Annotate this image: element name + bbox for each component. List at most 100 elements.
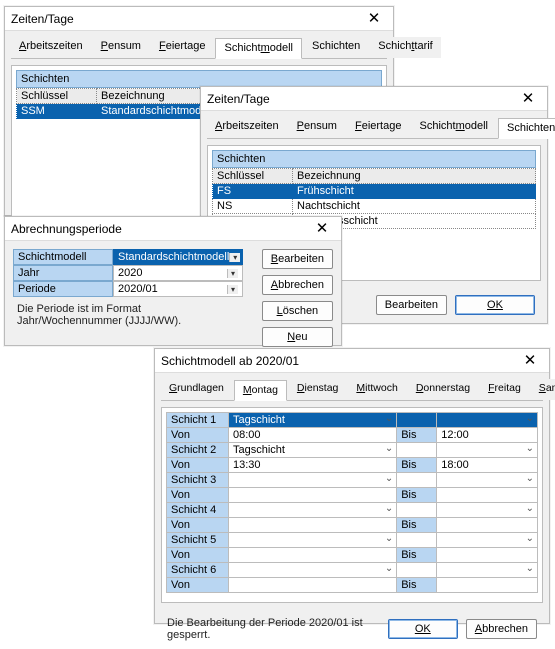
ok-button[interactable]: OK xyxy=(388,619,458,639)
delete-button[interactable]: Löschen xyxy=(262,301,333,321)
dialog-schichtmodell: Schichtmodell ab 2020/01 ✕ GrundlagenMon… xyxy=(154,348,550,624)
tab-grundlagen[interactable]: Grundlagen xyxy=(161,379,232,400)
shift-row: Schicht 2Tagschicht xyxy=(167,443,538,458)
dialog-title: Zeiten/Tage xyxy=(207,92,270,106)
shift-grid: Schicht 1TagschichtVon08:00Bis12:00Schic… xyxy=(166,412,538,593)
bis-label: Bis xyxy=(397,518,437,533)
from-field[interactable] xyxy=(229,578,397,593)
shift-name-dropdown[interactable]: Tagschicht xyxy=(229,413,397,428)
edit-button[interactable]: Bearbeiten xyxy=(262,249,333,269)
kv-row-period: Periode 2020/01▾ xyxy=(13,281,243,297)
shift-name-dropdown[interactable] xyxy=(229,533,397,548)
to-field[interactable] xyxy=(437,518,538,533)
shift-label: Schicht 4 xyxy=(167,503,229,518)
spacer xyxy=(437,563,538,578)
dialog-title: Abrechnungsperiode xyxy=(11,222,122,236)
tab-schichten[interactable]: Schichten xyxy=(498,118,555,139)
kv-table: Schichtmodell Standardschichtmodell▾ Jah… xyxy=(13,249,243,297)
tab-schichtmodell[interactable]: Schichtmodell xyxy=(411,117,496,138)
to-field[interactable]: 12:00 xyxy=(437,428,538,443)
tab-freitag[interactable]: Freitag xyxy=(480,379,529,400)
tab-schichten[interactable]: Schichten xyxy=(304,37,368,58)
shift-row: Schicht 6 xyxy=(167,563,538,578)
shift-label: Schicht 1 xyxy=(167,413,229,428)
from-field[interactable]: 08:00 xyxy=(229,428,397,443)
col-key: Schlüssel xyxy=(17,89,97,104)
shift-name-dropdown[interactable] xyxy=(229,473,397,488)
period-dropdown[interactable]: 2020/01▾ xyxy=(113,281,243,297)
spacer xyxy=(437,443,538,458)
bis-label: Bis xyxy=(397,488,437,503)
shift-row: Schicht 4 xyxy=(167,503,538,518)
shift-name-dropdown[interactable] xyxy=(229,563,397,578)
tab-arbeitszeiten[interactable]: Arbeitszeiten xyxy=(207,117,287,138)
ok-button[interactable]: OK xyxy=(455,295,535,315)
von-label: Von xyxy=(167,428,229,443)
from-field[interactable] xyxy=(229,488,397,503)
shift-label: Schicht 5 xyxy=(167,533,229,548)
chevron-down-icon: ▾ xyxy=(229,253,240,262)
chevron-down-icon: ▾ xyxy=(227,269,238,278)
bis-label: Bis xyxy=(397,548,437,563)
to-field[interactable]: 18:00 xyxy=(437,458,538,473)
tab-schichtmodell[interactable]: Schichtmodell xyxy=(215,38,302,59)
dialog-abrechnungsperiode: Abrechnungsperiode ✕ Schichtmodell Stand… xyxy=(4,216,342,346)
tab-montag[interactable]: Montag xyxy=(234,380,287,401)
spacer xyxy=(397,413,437,428)
from-field[interactable] xyxy=(229,548,397,563)
titlebar: Schichtmodell ab 2020/01 ✕ xyxy=(155,349,549,373)
model-dropdown[interactable]: Standardschichtmodell▾ xyxy=(113,249,243,265)
bis-label: Bis xyxy=(397,428,437,443)
kv-row-model: Schichtmodell Standardschichtmodell▾ xyxy=(13,249,243,265)
tab-feiertage[interactable]: Feiertage xyxy=(347,117,410,138)
tab-mittwoch[interactable]: Mittwoch xyxy=(348,379,405,400)
bis-label: Bis xyxy=(397,458,437,473)
edit-button[interactable]: Bearbeiten xyxy=(376,295,447,315)
tab-donnerstag[interactable]: Donnerstag xyxy=(408,379,478,400)
from-field[interactable] xyxy=(229,518,397,533)
spacer xyxy=(397,563,437,578)
tab-arbeitszeiten[interactable]: Arbeitszeiten xyxy=(11,37,91,58)
close-icon[interactable]: ✕ xyxy=(361,11,387,26)
cancel-button[interactable]: Abbrechen xyxy=(466,619,537,639)
shift-name-dropdown[interactable] xyxy=(229,503,397,518)
tab-samstag[interactable]: Samstag xyxy=(531,379,555,400)
shift-name-dropdown[interactable]: Tagschicht xyxy=(229,443,397,458)
new-button[interactable]: Neu xyxy=(262,327,333,347)
year-dropdown[interactable]: 2020▾ xyxy=(113,265,243,281)
button-column: Bearbeiten Abbrechen Löschen Neu xyxy=(262,249,333,347)
cell-name: Nachtschicht xyxy=(293,199,536,214)
footer-message: Die Bearbeitung der Periode 2020/01 ist … xyxy=(167,617,380,641)
close-icon[interactable]: ✕ xyxy=(517,353,543,368)
dialog-body: Schichtmodell Standardschichtmodell▾ Jah… xyxy=(5,241,341,355)
cell-key: FS xyxy=(213,184,293,199)
col-name: Bezeichnung xyxy=(293,169,536,184)
tab-pensum[interactable]: Pensum xyxy=(289,117,345,138)
dialog-title: Schichtmodell ab 2020/01 xyxy=(161,354,299,368)
kv-label: Periode xyxy=(13,281,113,297)
close-icon[interactable]: ✕ xyxy=(309,221,335,236)
to-field[interactable] xyxy=(437,578,538,593)
table-section-header: Schichten xyxy=(212,150,536,168)
table-row[interactable]: NS Nachtschicht xyxy=(213,199,536,214)
to-field[interactable] xyxy=(437,488,538,503)
table-row[interactable]: FS Frühschicht xyxy=(213,184,536,199)
shift-row: Schicht 3 xyxy=(167,473,538,488)
tab-dienstag[interactable]: Dienstag xyxy=(289,379,346,400)
tab-feiertage[interactable]: Feiertage xyxy=(151,37,214,58)
cell-key: SSM xyxy=(17,104,97,119)
titlebar: Zeiten/Tage ✕ xyxy=(201,87,547,111)
tab-pensum[interactable]: Pensum xyxy=(93,37,149,58)
to-field[interactable] xyxy=(437,548,538,563)
close-icon[interactable]: ✕ xyxy=(515,91,541,106)
spacer xyxy=(397,503,437,518)
cell-key: NS xyxy=(213,199,293,214)
tab-schichttarif[interactable]: Schichttarif xyxy=(370,37,440,58)
cancel-button[interactable]: Abbrechen xyxy=(262,275,333,295)
shift-label: Schicht 6 xyxy=(167,563,229,578)
from-field[interactable]: 13:30 xyxy=(229,458,397,473)
dialog-footer: Die Bearbeitung der Periode 2020/01 ist … xyxy=(155,609,549,649)
spacer xyxy=(437,533,538,548)
shift-time-row: VonBis xyxy=(167,518,538,533)
spacer xyxy=(437,413,538,428)
